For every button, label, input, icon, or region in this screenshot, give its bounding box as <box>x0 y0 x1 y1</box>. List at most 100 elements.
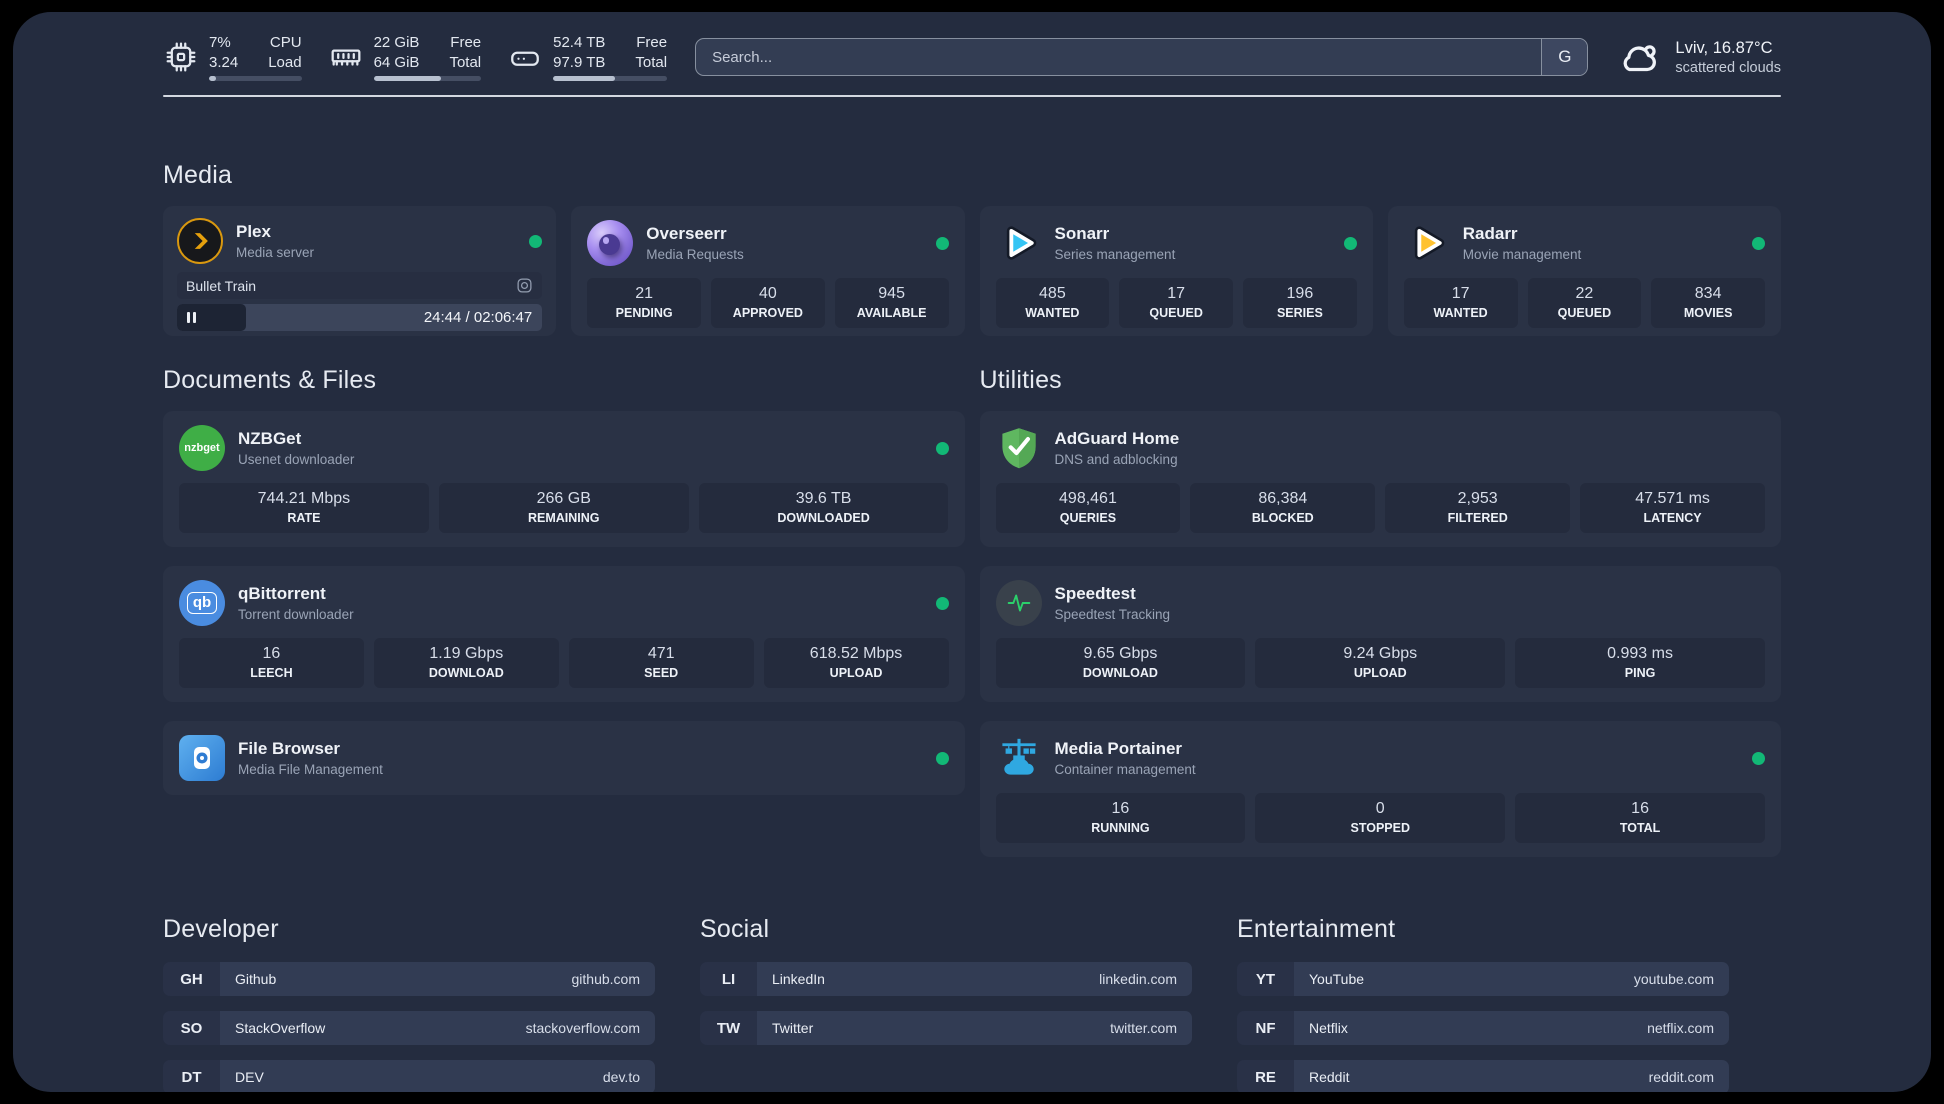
stat-box: 21 PENDING <box>587 278 701 328</box>
weather-condition: scattered clouds <box>1675 59 1781 76</box>
stat-label: REMAINING <box>527 511 600 525</box>
memory-total: 64 GiB <box>373 53 420 71</box>
overseerr-icon <box>587 220 634 266</box>
memory-free: 22 GiB <box>373 33 420 51</box>
link-linkedin[interactable]: LI LinkedIn linkedin.com <box>700 962 1192 996</box>
link-name: Netflix <box>1309 1020 1348 1036</box>
stat-value: 9.65 Gbps <box>1083 645 1158 662</box>
stat-label: MOVIES <box>1683 306 1733 320</box>
radarr-icon <box>1404 220 1450 266</box>
filebrowser-icon <box>179 735 225 781</box>
link-name: Github <box>235 971 277 987</box>
stat-label: SEED <box>644 666 679 680</box>
nzbget-icon-text: nzbget <box>184 442 220 454</box>
link-url: youtube.com <box>1633 971 1714 987</box>
stat-value: 39.6 TB <box>795 490 852 507</box>
link-name: DEV <box>235 1069 264 1085</box>
stat-box: 0.993 ms PING <box>1515 638 1765 688</box>
stat-value: 2,953 <box>1457 490 1498 507</box>
search-engine-button[interactable]: G <box>1541 39 1588 75</box>
app-card-portainer[interactable]: Media Portainer Container management 16 … <box>979 721 1781 857</box>
app-subtitle: Movie management <box>1462 247 1582 262</box>
app-card-filebrowser[interactable]: File Browser Media File Management <box>163 721 965 795</box>
stat-value: 47.571 ms <box>1635 490 1710 507</box>
weather-text: Lviv, 16.87°C scattered clouds <box>1675 39 1781 76</box>
app-title: Sonarr <box>1054 224 1110 243</box>
section-entertainment: Entertainment YT YouTube youtube.com NF … <box>1237 915 1729 1092</box>
app-subtitle: Speedtest Tracking <box>1054 607 1171 622</box>
stat-value: 471 <box>647 645 675 662</box>
link-netflix[interactable]: NF Netflix netflix.com <box>1237 1011 1729 1045</box>
cpu-progress-fill <box>209 76 217 82</box>
link-name: LinkedIn <box>772 971 825 987</box>
link-name: StackOverflow <box>235 1020 326 1036</box>
app-card-overseerr[interactable]: Overseerr Media Requests 21 PENDING 40 A… <box>571 206 965 336</box>
app-subtitle: Container management <box>1054 762 1196 777</box>
app-card-nzbget[interactable]: nzbget NZBGet Usenet downloader 744.21 M… <box>163 411 965 547</box>
link-reddit[interactable]: RE Reddit reddit.com <box>1237 1060 1729 1092</box>
stat-value: 22 <box>1575 285 1594 302</box>
pause-icon[interactable] <box>187 312 196 323</box>
session-icon <box>516 277 533 294</box>
app-title: Overseerr <box>646 224 727 243</box>
app-title: Speedtest <box>1054 584 1136 603</box>
memory-free-label: Free <box>450 33 482 51</box>
link-body: Reddit reddit.com <box>1294 1060 1729 1092</box>
search-widget: G <box>695 38 1589 76</box>
stat-label: SERIES <box>1276 306 1323 320</box>
stat-label: BLOCKED <box>1251 511 1314 525</box>
stat-value: 945 <box>878 285 905 302</box>
now-playing-row[interactable]: Bullet Train <box>177 272 543 299</box>
dashboard-panel: 7% 3.24 CPU Load 22 GiB 64 GiB Free Tota… <box>13 12 1931 1092</box>
stat-value: 834 <box>1694 285 1722 302</box>
app-title: Media Portainer <box>1054 739 1183 758</box>
app-title: File Browser <box>238 739 341 758</box>
app-subtitle: DNS and adblocking <box>1054 452 1178 467</box>
playback-progress-bar[interactable]: 24:44 / 02:06:47 <box>177 304 543 331</box>
stat-box: 17 QUEUED <box>1119 278 1233 328</box>
search-input[interactable] <box>695 38 1589 76</box>
stat-label: UPLOAD <box>829 666 883 680</box>
memory-widget: 22 GiB 64 GiB Free Total <box>328 33 482 82</box>
section-media: Media Plex Media server Bullet Train 24:… <box>163 161 1781 336</box>
status-dot <box>1752 751 1765 765</box>
stat-value: 21 <box>635 285 654 302</box>
app-card-plex[interactable]: Plex Media server Bullet Train 24:44 / 0… <box>163 206 557 336</box>
section-title-documents: Documents & Files <box>163 366 377 394</box>
cpu-label: CPU <box>269 33 302 51</box>
app-card-speedtest[interactable]: Speedtest Speedtest Tracking 9.65 Gbps D… <box>979 566 1781 702</box>
status-dot <box>529 234 543 248</box>
stat-value: 16 <box>1111 800 1130 817</box>
link-stackoverflow[interactable]: SO StackOverflow stackoverflow.com <box>163 1011 655 1045</box>
app-subtitle: Media Requests <box>646 247 744 262</box>
link-dev-to[interactable]: DT DEV dev.to <box>163 1060 655 1092</box>
app-card-qbittorrent[interactable]: qb qBittorrent Torrent downloader 16 LEE… <box>163 566 965 702</box>
ram-icon <box>328 39 364 75</box>
adguard-shield-icon <box>996 425 1042 471</box>
link-abbr-badge: SO <box>163 1011 220 1045</box>
storage-free-label: Free <box>636 33 668 51</box>
app-title: qBittorrent <box>238 584 326 603</box>
stat-box: 39.6 TB DOWNLOADED <box>698 483 949 533</box>
app-card-radarr[interactable]: Radarr Movie management 17 WANTED 22 QUE… <box>1387 206 1781 336</box>
status-dot <box>1752 236 1765 250</box>
cloud-icon <box>1616 34 1662 80</box>
app-card-adguard[interactable]: AdGuard Home DNS and adblocking 498,461 … <box>979 411 1781 547</box>
stat-box: 9.24 Gbps UPLOAD <box>1255 638 1506 688</box>
stat-value: 1.19 Gbps <box>429 645 504 662</box>
now-playing-title: Bullet Train <box>186 277 257 294</box>
status-dot <box>935 441 949 455</box>
app-card-sonarr[interactable]: Sonarr Series management 485 WANTED 17 Q… <box>979 206 1373 336</box>
sonarr-icon <box>996 220 1042 266</box>
storage-free: 52.4 TB <box>553 33 606 51</box>
qbittorrent-icon: qb <box>179 580 225 626</box>
link-twitter[interactable]: TW Twitter twitter.com <box>700 1011 1192 1045</box>
app-subtitle: Torrent downloader <box>238 607 354 622</box>
link-github[interactable]: GH Github github.com <box>163 962 655 996</box>
link-body: DEV dev.to <box>220 1060 655 1092</box>
link-youtube[interactable]: YT YouTube youtube.com <box>1237 962 1729 996</box>
storage-total-label: Total <box>635 53 668 71</box>
stat-label: QUEUED <box>1557 306 1612 320</box>
hard-drive-icon <box>507 39 543 75</box>
stat-box: 16 LEECH <box>179 638 364 688</box>
